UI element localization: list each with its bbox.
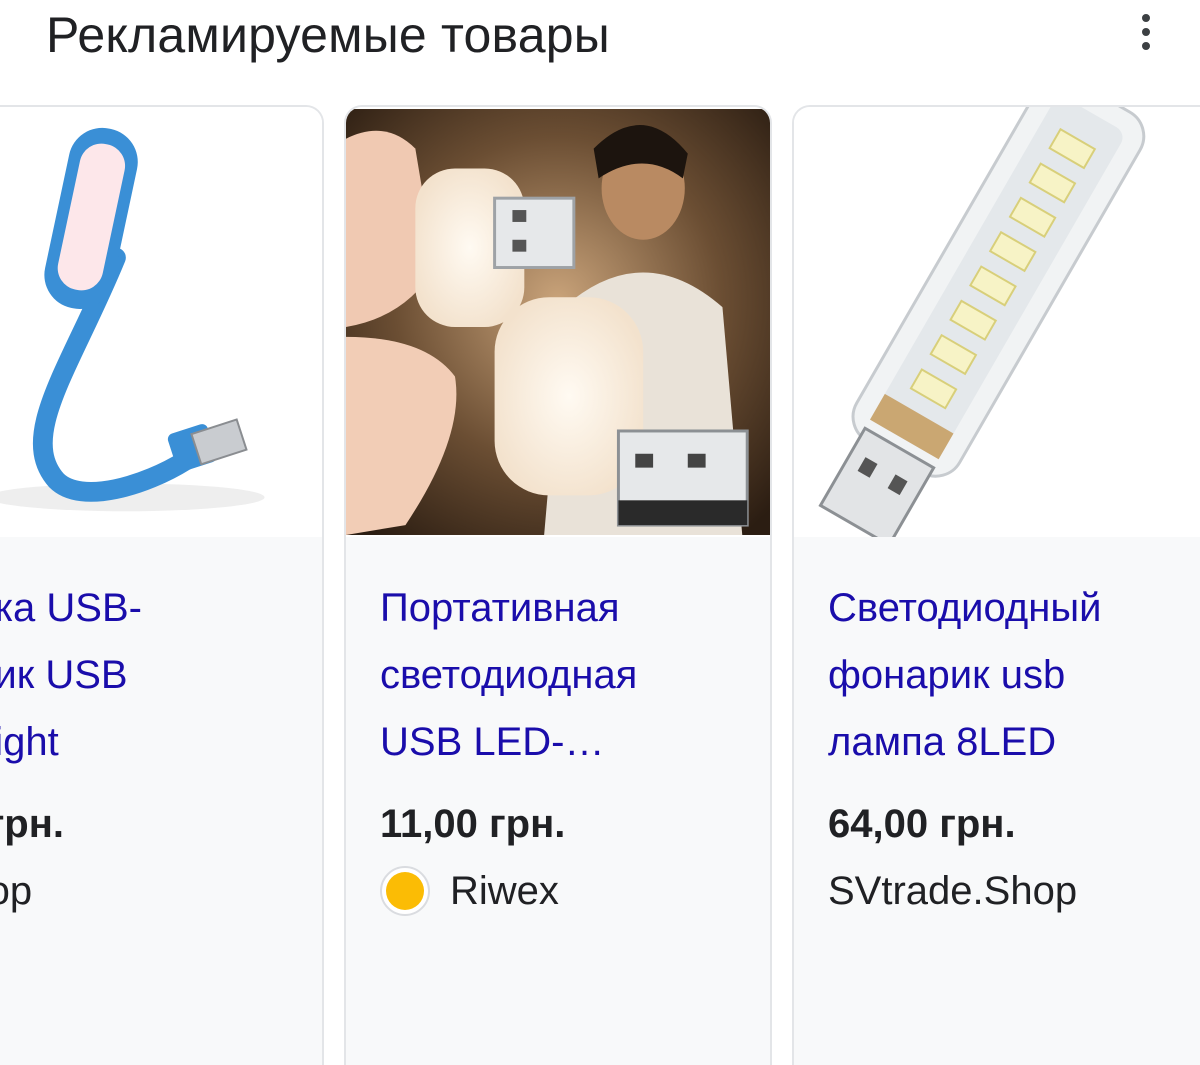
product-price: 64,00 грн. (828, 802, 1016, 846)
product-price: 11,00 грн. (380, 802, 566, 846)
product-carousel[interactable]: ручка USB- тарик USB D Light 00 грн. -sh… (0, 105, 1200, 1065)
section-title: Рекламируемые товары (46, 7, 610, 63)
merchant-name: Riwex (380, 865, 559, 917)
product-title-link[interactable]: Светодиодный фонарик usb лампа 8LED (828, 575, 1200, 776)
product-image[interactable] (346, 107, 770, 537)
product-card[interactable]: ручка USB- тарик USB D Light 00 грн. -sh… (0, 105, 324, 1065)
usb-night-light-image (346, 109, 770, 535)
merchant-name: -shop (0, 869, 33, 913)
merchant-logo-icon (380, 866, 430, 916)
usb-led-strip-image (794, 107, 1200, 537)
product-title-link[interactable]: Портативная светодиодная USB LED-… (380, 575, 760, 776)
more-vert-icon (1142, 14, 1150, 22)
more-options-button[interactable] (1122, 8, 1170, 56)
product-image[interactable] (794, 107, 1200, 537)
product-image[interactable] (0, 107, 322, 537)
product-card[interactable]: Светодиодный фонарик usb лампа 8LED 64,0… (792, 105, 1200, 1065)
usb-flexible-lamp-image (0, 109, 322, 535)
product-title-link[interactable]: ручка USB- тарик USB D Light (0, 575, 312, 776)
product-card[interactable]: Портативная светодиодная USB LED-… 11,00… (344, 105, 772, 1065)
product-price: 00 грн. (0, 802, 64, 846)
merchant-name: SVtrade.Shop (828, 869, 1078, 913)
